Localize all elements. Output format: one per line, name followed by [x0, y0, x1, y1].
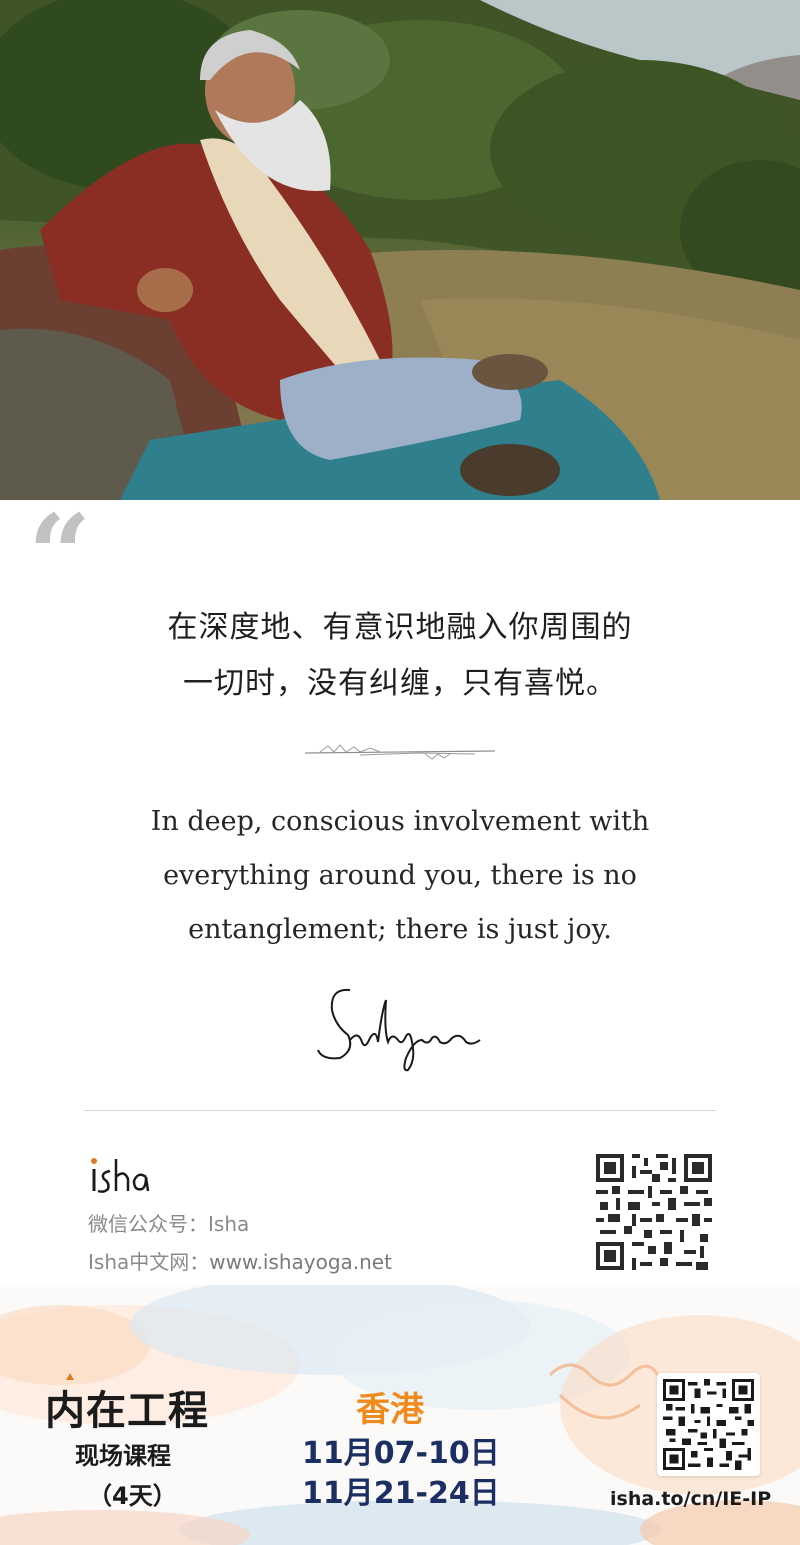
chinese-quote: 在深度地、有意识地融入你周围的 一切时，没有纠缠，只有喜悦。	[0, 600, 800, 712]
english-quote-line-2: everything around you, there is no	[163, 860, 637, 891]
quote-mark-icon: “	[28, 490, 92, 619]
decorative-divider-icon	[304, 744, 496, 760]
english-quote-line-1: In deep, conscious involvement with	[150, 806, 650, 837]
hero-photo-art	[0, 0, 800, 500]
website-link[interactable]: www.ishayoga.net	[209, 1250, 392, 1274]
qr-code-wechat[interactable]	[596, 1154, 712, 1270]
course-date-2: 11月21-24日	[302, 1476, 500, 1511]
hero-photo	[0, 0, 800, 500]
website-line: Isha中文网：www.ishayoga.net	[88, 1246, 392, 1275]
registration-link[interactable]: isha.to/cn/IE-IP	[610, 1488, 771, 1510]
wechat-account: 微信公众号：Isha	[88, 1212, 250, 1236]
isha-logo	[91, 1158, 150, 1193]
english-quote: In deep, conscious involvement with ever…	[0, 795, 800, 957]
website-label: Isha中文网：	[88, 1250, 210, 1274]
course-duration: （4天）	[88, 1482, 177, 1510]
qr-code-registration[interactable]	[663, 1379, 754, 1470]
course-title: 内在工程	[45, 1388, 209, 1434]
chinese-quote-line-2: 一切时，没有纠缠，只有喜悦。	[183, 666, 617, 701]
course-subtitle: 现场课程	[75, 1442, 171, 1470]
course-date-1: 11月07-10日	[302, 1436, 500, 1471]
english-quote-line-3: entanglement; there is just joy.	[188, 914, 612, 945]
chinese-quote-line-1: 在深度地、有意识地融入你周围的	[167, 610, 633, 645]
section-divider	[84, 1110, 716, 1111]
sadhguru-signature	[317, 988, 481, 1072]
course-city: 香港	[356, 1390, 424, 1430]
qr-code-registration-box	[657, 1373, 760, 1476]
